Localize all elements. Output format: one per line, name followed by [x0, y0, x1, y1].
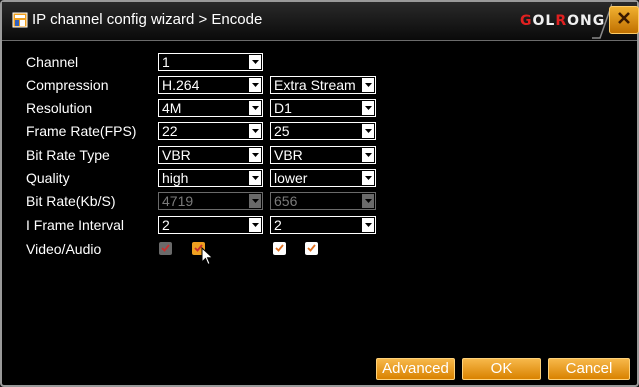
quality-extra-value: lower — [274, 170, 308, 186]
ok-button[interactable]: OK — [462, 358, 541, 380]
bit-rate-type-main-select[interactable]: VBR — [158, 146, 263, 164]
settings-wizard-icon — [12, 12, 28, 28]
compression-row: Compression H.264 Extra Stream — [2, 76, 637, 96]
checkmark-icon — [275, 244, 284, 252]
frame-rate-label: Frame Rate(FPS) — [26, 123, 137, 139]
video-audio-label: Video/Audio — [26, 241, 102, 257]
chevron-down-icon — [249, 101, 261, 115]
compression-main-select[interactable]: H.264 — [158, 76, 263, 94]
chevron-down-icon — [249, 194, 261, 208]
close-icon — [618, 12, 630, 24]
stream-type-value: Extra Stream — [274, 77, 356, 93]
resolution-extra-select[interactable]: D1 — [270, 99, 376, 117]
quality-main-select[interactable]: high — [158, 169, 263, 187]
frame-rate-row: Frame Rate(FPS) 22 25 — [2, 122, 637, 142]
frame-rate-extra-select[interactable]: 25 — [270, 122, 376, 140]
resolution-extra-value: D1 — [274, 100, 292, 116]
frame-rate-main-select[interactable]: 22 — [158, 122, 263, 140]
bit-rate-type-row: Bit Rate Type VBR VBR — [2, 146, 637, 166]
i-frame-label: I Frame Interval — [26, 217, 125, 233]
encode-wizard-window: IP channel config wizard > Encode GOLRON… — [0, 0, 639, 387]
frame-rate-main-value: 22 — [162, 123, 178, 139]
chevron-down-icon — [249, 218, 261, 232]
bit-rate-main-select: 4719 — [158, 192, 263, 210]
frame-rate-extra-value: 25 — [274, 123, 290, 139]
bit-rate-row: Bit Rate(Kb/S) 4719 656 — [2, 192, 637, 212]
title-bar: IP channel config wizard > Encode GOLRON… — [2, 2, 639, 41]
resolution-main-select[interactable]: 4M — [158, 99, 263, 117]
cancel-button[interactable]: Cancel — [548, 358, 630, 380]
quality-row: Quality high lower — [2, 169, 637, 189]
quality-extra-select[interactable]: lower — [270, 169, 376, 187]
channel-value: 1 — [162, 54, 170, 70]
i-frame-main-value: 2 — [162, 217, 170, 233]
bit-rate-type-label: Bit Rate Type — [26, 147, 110, 163]
channel-select[interactable]: 1 — [158, 53, 263, 71]
resolution-row: Resolution 4M D1 — [2, 99, 637, 119]
chevron-down-icon — [362, 148, 374, 162]
chevron-down-icon — [362, 78, 374, 92]
chevron-down-icon — [249, 124, 261, 138]
checkmark-icon — [307, 244, 316, 252]
i-frame-main-select[interactable]: 2 — [158, 216, 263, 234]
extra-audio-checkbox[interactable] — [305, 242, 318, 255]
chevron-down-icon — [249, 55, 261, 69]
window-title: IP channel config wizard > Encode — [32, 11, 263, 28]
chevron-down-icon — [362, 194, 374, 208]
video-audio-row: Video/Audio — [2, 240, 637, 260]
extra-video-checkbox[interactable] — [273, 242, 286, 255]
quality-label: Quality — [26, 170, 70, 186]
chevron-down-icon — [362, 171, 374, 185]
bit-rate-extra-select: 656 — [270, 192, 376, 210]
bit-rate-type-main-value: VBR — [162, 147, 191, 163]
i-frame-extra-select[interactable]: 2 — [270, 216, 376, 234]
channel-label: Channel — [26, 54, 79, 70]
checkmark-icon — [161, 244, 170, 252]
compression-label: Compression — [26, 77, 109, 93]
stream-type-select[interactable]: Extra Stream — [270, 76, 376, 94]
i-frame-row: I Frame Interval 2 2 — [2, 216, 637, 236]
resolution-main-value: 4M — [162, 100, 182, 116]
bit-rate-extra-value: 656 — [274, 193, 298, 209]
main-video-checkbox — [159, 242, 172, 255]
chevron-down-icon — [362, 124, 374, 138]
compression-main-value: H.264 — [162, 77, 200, 93]
bit-rate-label: Bit Rate(Kb/S) — [26, 193, 116, 209]
mouse-pointer-icon — [201, 247, 214, 266]
quality-main-value: high — [162, 170, 189, 186]
channel-row: Channel 1 — [2, 53, 637, 73]
bit-rate-main-value: 4719 — [162, 193, 194, 209]
chevron-down-icon — [362, 101, 374, 115]
i-frame-extra-value: 2 — [274, 217, 282, 233]
bit-rate-type-extra-value: VBR — [274, 147, 303, 163]
close-button[interactable] — [609, 6, 639, 34]
chevron-down-icon — [249, 171, 261, 185]
resolution-label: Resolution — [26, 100, 93, 116]
bit-rate-type-extra-select[interactable]: VBR — [270, 146, 376, 164]
chevron-down-icon — [249, 78, 261, 92]
chevron-down-icon — [362, 218, 374, 232]
advanced-button[interactable]: Advanced — [376, 358, 455, 380]
chevron-down-icon — [249, 148, 261, 162]
